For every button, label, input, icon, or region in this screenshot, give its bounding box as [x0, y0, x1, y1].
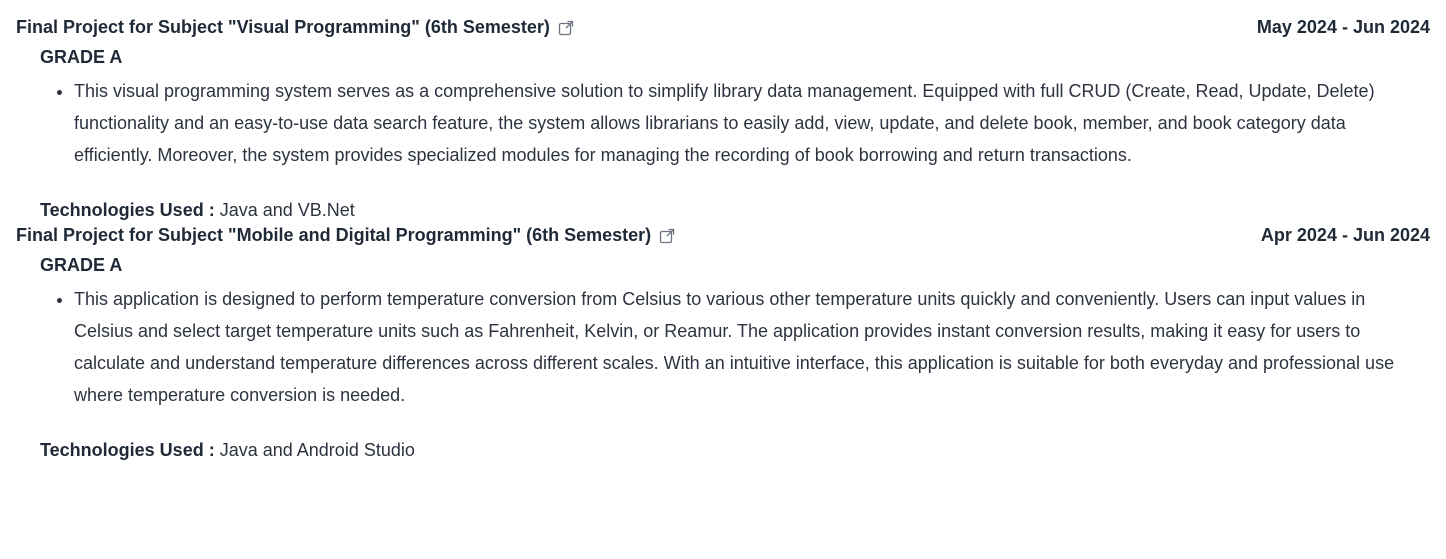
project-title-link[interactable]: Final Project for Subject "Mobile and Di… — [16, 225, 675, 246]
project-date: May 2024 - Jun 2024 — [1256, 16, 1430, 37]
technologies-label: Technologies Used : — [40, 200, 215, 220]
project-grade: GRADE A — [40, 47, 123, 67]
project-description-list: This visual programming system serves as… — [16, 75, 1430, 171]
technologies-value: Java and Android Studio — [219, 440, 415, 460]
project-header: Final Project for Subject "Mobile and Di… — [16, 223, 1430, 247]
technologies-value: Java and VB.Net — [219, 200, 355, 220]
project-title: Final Project for Subject "Mobile and Di… — [16, 224, 652, 245]
project-technologies: Technologies Used : Java and VB.Net — [40, 197, 1430, 223]
project-description: This application is designed to perform … — [74, 283, 1430, 411]
project-technologies: Technologies Used : Java and Android Stu… — [40, 437, 1430, 463]
project-item-mobile-programming: Final Project for Subject "Mobile and Di… — [16, 223, 1430, 463]
project-description-list: This application is designed to perform … — [16, 283, 1430, 411]
project-description: This visual programming system serves as… — [74, 75, 1430, 171]
project-title: Final Project for Subject "Visual Progra… — [16, 16, 550, 37]
technologies-label: Technologies Used : — [40, 440, 215, 460]
project-grade: GRADE A — [40, 255, 123, 275]
projects-section: Final Project for Subject "Visual Progra… — [0, 15, 1446, 463]
external-link-icon[interactable] — [558, 20, 574, 36]
project-item-visual-programming: Final Project for Subject "Visual Progra… — [16, 15, 1430, 223]
project-title-link[interactable]: Final Project for Subject "Visual Progra… — [16, 17, 574, 38]
project-header: Final Project for Subject "Visual Progra… — [16, 15, 1430, 39]
external-link-icon[interactable] — [659, 228, 675, 244]
project-date: Apr 2024 - Jun 2024 — [1260, 224, 1430, 245]
